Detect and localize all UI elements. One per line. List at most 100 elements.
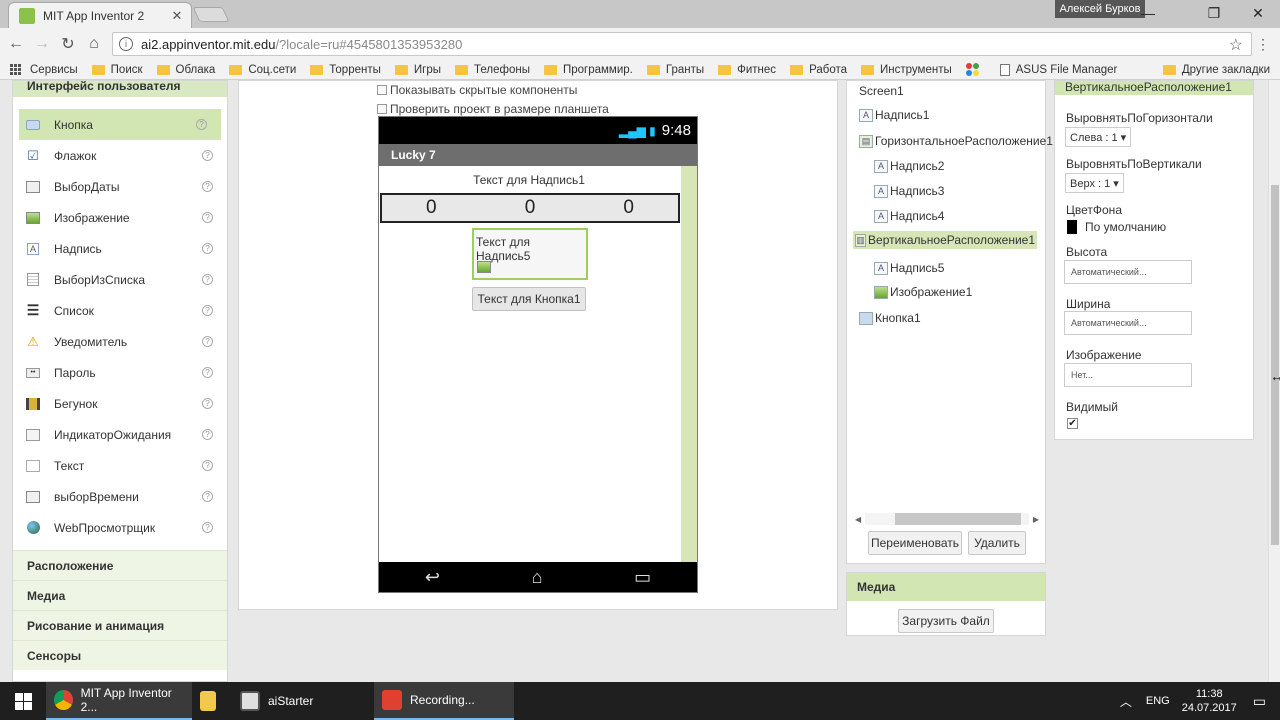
bookmark-services[interactable]: Сервисы <box>10 63 78 76</box>
palette-group-media[interactable]: Медиа <box>13 580 227 610</box>
checkbox-box[interactable] <box>377 104 387 114</box>
palette-item-spinner[interactable]: ИндикаторОжидания ? <box>13 419 227 450</box>
new-tab-button[interactable] <box>192 7 230 22</box>
palette-item-button[interactable]: Кнопка ? <box>19 109 221 140</box>
bookmark-folder[interactable]: Программир. <box>543 64 633 76</box>
tree-item-label5[interactable]: A Надпись5 <box>874 261 944 275</box>
tree-item-image1[interactable]: Изображение1 <box>874 285 972 299</box>
home-icon[interactable]: ⌂ <box>84 34 104 54</box>
bookmark-folder[interactable]: Поиск <box>91 64 143 76</box>
help-icon[interactable]: ? <box>202 460 213 471</box>
taskbar-aistarter[interactable]: aiStarter <box>232 682 374 720</box>
scroll-left-icon[interactable]: ◀ <box>855 515 861 524</box>
tray-chevron-icon[interactable]: ︿ <box>1120 693 1132 710</box>
help-icon[interactable]: ? <box>196 119 207 130</box>
help-icon[interactable]: ? <box>202 367 213 378</box>
tree-item-label3[interactable]: A Надпись3 <box>874 184 944 198</box>
bookmark-folder[interactable]: Облака <box>156 64 215 76</box>
scroll-thumb[interactable] <box>1271 185 1279 545</box>
upload-file-button[interactable]: Загрузить Файл <box>898 609 994 633</box>
taskbar-recorder[interactable]: Recording... <box>374 682 514 720</box>
components-horizontal-scrollbar[interactable]: ◀ ▶ <box>855 511 1039 527</box>
scroll-thumb[interactable] <box>895 513 1022 525</box>
palette-item-listview[interactable]: ☰ Список ? <box>13 295 227 326</box>
palette-item-image[interactable]: Изображение ? <box>13 202 227 233</box>
align-horizontal-dropdown[interactable]: Слева : 1 ▾ <box>1065 127 1132 147</box>
screen-title-bar[interactable]: Lucky 7 <box>379 144 697 166</box>
minimize-icon[interactable]: — <box>1130 2 1166 24</box>
tree-item-vertical-arrangement1[interactable]: ▥ ВертикальноеРасположение1 <box>853 231 1037 249</box>
palette-item-listpicker[interactable]: ВыборИзСписка ? <box>13 264 227 295</box>
windows-start-icon[interactable] <box>0 682 46 720</box>
bookmark-folder[interactable]: Телефоны <box>455 64 530 76</box>
browser-tab[interactable]: MIT App Inventor 2 ✕ <box>8 2 192 28</box>
tree-item-horizontal-arrangement1[interactable]: ▤ ГоризонтальноеРасположение1 <box>859 134 1053 148</box>
palette-group-sensors[interactable]: Сенсоры <box>13 640 227 670</box>
palette-item-datepicker[interactable]: ВыборДаты ? <box>13 171 227 202</box>
align-vertical-dropdown[interactable]: Верх : 1 ▾ <box>1065 173 1124 193</box>
palette-group-drawing[interactable]: Рисование и анимация <box>13 610 227 640</box>
restore-icon[interactable]: ❐ <box>1196 2 1232 24</box>
bookmark-star-icon[interactable]: ☆ <box>1229 35 1243 55</box>
tree-item-button1[interactable]: Кнопка1 <box>859 311 921 325</box>
height-field[interactable]: Автоматический... <box>1064 260 1192 284</box>
bookmark-link[interactable]: ASUS File Manager <box>999 63 1117 76</box>
action-center-icon[interactable]: ▭ <box>1253 693 1266 710</box>
palette-item-textbox[interactable]: Текст ? <box>13 450 227 481</box>
reload-icon[interactable]: ↻ <box>58 34 78 54</box>
input-language[interactable]: ENG <box>1146 695 1170 707</box>
palette-item-password[interactable]: •• Пароль ? <box>13 357 227 388</box>
background-color-value[interactable]: По умолчанию <box>1085 220 1166 234</box>
help-icon[interactable]: ? <box>202 274 213 285</box>
image-field[interactable]: Нет... <box>1064 363 1192 387</box>
tree-item-label2[interactable]: A Надпись2 <box>874 159 944 173</box>
bookmark-folder[interactable]: Торренты <box>310 64 381 76</box>
back-icon[interactable]: ← <box>6 34 26 54</box>
system-clock[interactable]: 11:38 24.07.2017 <box>1182 687 1237 715</box>
bookmark-folder[interactable]: Фитнес <box>718 64 776 76</box>
palette-item-checkbox[interactable]: ☑ Флажок ? <box>13 140 227 171</box>
taskbar-chrome[interactable]: MIT App Inventor 2... <box>46 682 192 720</box>
image-icon[interactable] <box>477 261 491 273</box>
tree-item-label4[interactable]: A Надпись4 <box>874 209 944 223</box>
help-icon[interactable]: ? <box>202 491 213 502</box>
label2-preview[interactable]: 0 <box>426 197 437 219</box>
palette-item-slider[interactable]: Бегунок ? <box>13 388 227 419</box>
palette-group-layout[interactable]: Расположение <box>13 550 227 580</box>
browser-menu-icon[interactable]: ⋮ <box>1256 36 1270 53</box>
tablet-preview-checkbox[interactable]: Проверить проект в размере планшета <box>377 102 609 116</box>
checkbox-box[interactable] <box>377 85 387 95</box>
bookmark-link[interactable] <box>965 62 986 77</box>
help-icon[interactable]: ? <box>202 181 213 192</box>
palette-item-notifier[interactable]: ⚠ Уведомитель ? <box>13 326 227 357</box>
palette-item-label[interactable]: A Надпись ? <box>13 233 227 264</box>
help-icon[interactable]: ? <box>202 243 213 254</box>
vertical-arrangement-preview[interactable]: Текст для Надпись5 <box>472 228 588 280</box>
help-icon[interactable]: ? <box>202 336 213 347</box>
visible-checkbox[interactable]: ✔ <box>1067 418 1078 429</box>
help-icon[interactable]: ? <box>202 522 213 533</box>
label5-preview[interactable]: Текст для Надпись5 <box>474 230 586 263</box>
url-input[interactable]: i ai2.appinventor.mit.edu /?locale=ru#45… <box>112 32 1252 56</box>
bookmark-folder[interactable]: Соц.сети <box>229 64 296 76</box>
bookmark-folder[interactable]: Игры <box>394 64 441 76</box>
forward-icon[interactable]: → <box>32 34 52 54</box>
label3-preview[interactable]: 0 <box>525 197 536 219</box>
site-info-icon[interactable]: i <box>119 37 133 51</box>
rename-button[interactable]: Переименовать <box>868 531 962 555</box>
bookmark-folder[interactable]: Гранты <box>646 64 704 76</box>
tab-close-icon[interactable]: ✕ <box>169 8 185 24</box>
horizontal-arrangement-preview[interactable]: 0 0 0 <box>380 193 680 223</box>
taskbar-file-explorer[interactable] <box>192 682 232 720</box>
palette-item-webviewer[interactable]: WebПросмотрщик ? <box>13 512 227 543</box>
scroll-right-icon[interactable]: ▶ <box>1033 515 1039 524</box>
help-icon[interactable]: ? <box>202 150 213 161</box>
help-icon[interactable]: ? <box>202 212 213 223</box>
window-close-icon[interactable]: ✕ <box>1240 2 1276 24</box>
other-bookmarks[interactable]: Другие закладки <box>1162 64 1270 76</box>
width-field[interactable]: Автоматический... <box>1064 311 1192 335</box>
help-icon[interactable]: ? <box>202 429 213 440</box>
palette-category-header[interactable]: Интерфейс пользователя <box>13 80 227 97</box>
color-swatch[interactable] <box>1067 220 1077 234</box>
show-hidden-checkbox[interactable]: Показывать скрытые компоненты <box>377 83 577 97</box>
